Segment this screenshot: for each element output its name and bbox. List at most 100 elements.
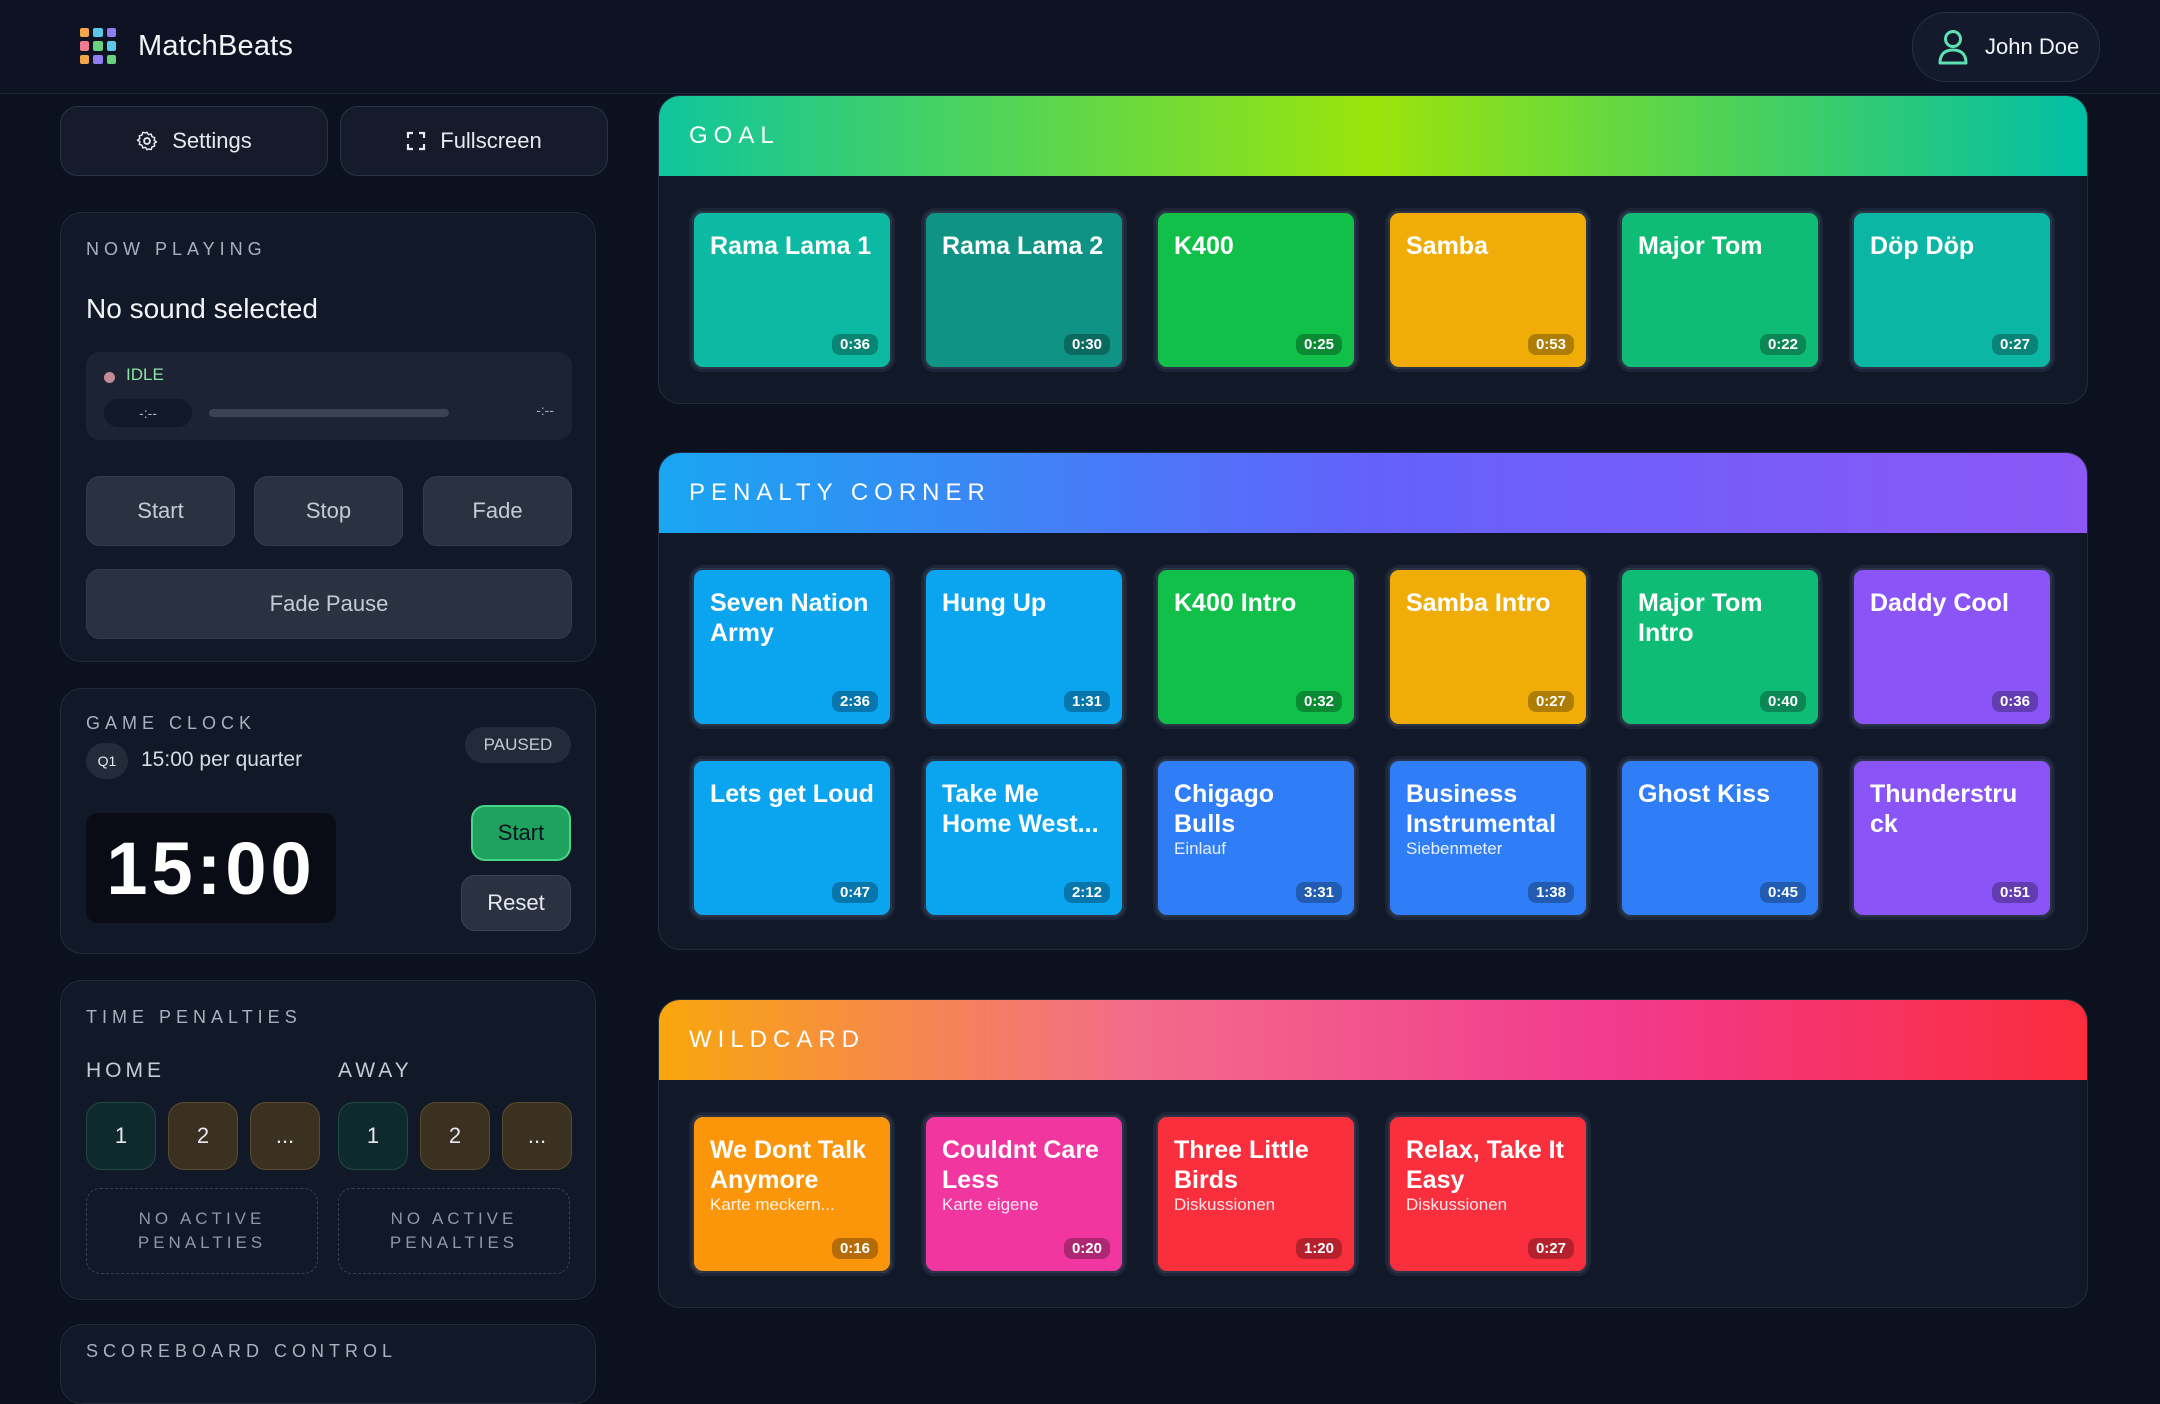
user-menu-button[interactable]: John Doe [1912, 12, 2100, 82]
app-grid-icon [80, 28, 116, 64]
tile-duration: 0:53 [1527, 334, 1574, 355]
sound-tile[interactable]: Business Instrumental Siebenmeter 1:38 [1385, 756, 1591, 920]
tile-duration: 0:16 [831, 1238, 878, 1259]
brand[interactable]: MatchBeats [80, 28, 293, 64]
settings-button[interactable]: Settings [60, 106, 328, 176]
tile-duration: 3:31 [1295, 882, 1342, 903]
category-header: GOAL [659, 96, 2087, 176]
user-name: John Doe [1985, 34, 2080, 59]
user-icon [1938, 30, 1968, 65]
tile-title: Lets get Loud [710, 780, 874, 808]
sound-tile[interactable]: Chigago Bulls Einlauf 3:31 [1153, 756, 1359, 920]
tile-title: Major Tom Intro [1638, 589, 1763, 647]
tile-duration: 0:51 [1991, 882, 2038, 903]
tile-title: We Dont Talk Anymore [710, 1136, 867, 1194]
sound-tile[interactable]: Lets get Loud 0:47 [689, 756, 895, 920]
tile-duration: 1:31 [1063, 691, 1110, 712]
away-penalty-2-button[interactable]: 2 [420, 1102, 490, 1170]
tile-duration: 0:40 [1759, 691, 1806, 712]
now-playing-heading: NOW PLAYING [86, 239, 267, 259]
sound-tile[interactable]: Ghost Kiss 0:45 [1617, 756, 1823, 920]
sound-tile[interactable]: Thunderstru ck 0:51 [1849, 756, 2055, 920]
tile-duration: 0:20 [1063, 1238, 1110, 1259]
time-penalties-panel: TIME PENALTIES HOME AWAY 1 2 ... 1 2 ...… [60, 980, 596, 1300]
now-playing-title: No sound selected [86, 293, 318, 324]
tile-title: Samba [1406, 232, 1488, 260]
sound-tile[interactable]: Major Tom 0:22 [1617, 208, 1823, 372]
away-penalty-more-button[interactable]: ... [502, 1102, 572, 1170]
fullscreen-label: Fullscreen [440, 128, 542, 153]
tile-title: Couldnt Care Less [942, 1136, 1099, 1194]
settings-label: Settings [172, 128, 252, 153]
sound-tile[interactable]: Relax, Take It Easy Diskussionen 0:27 [1385, 1112, 1591, 1276]
sound-tile[interactable]: We Dont Talk Anymore Karte meckern... 0:16 [689, 1112, 895, 1276]
tile-title: Hung Up [942, 589, 1047, 617]
clock-start-button[interactable]: Start [471, 805, 571, 861]
start-button[interactable]: Start [86, 476, 235, 546]
sound-tile[interactable]: Take Me Home West... 2:12 [921, 756, 1127, 920]
sound-tile[interactable]: Samba Intro 0:27 [1385, 565, 1591, 729]
sound-tile[interactable]: K400 0:25 [1153, 208, 1359, 372]
sound-tile[interactable]: Döp Döp 0:27 [1849, 208, 2055, 372]
stop-button[interactable]: Stop [254, 476, 403, 546]
sound-tile[interactable]: Samba 0:53 [1385, 208, 1591, 372]
tile-title: Seven Nation Army [710, 589, 869, 647]
home-no-penalties: NO ACTIVE PENALTIES [86, 1188, 318, 1274]
clock-display: 15:00 [86, 813, 336, 923]
tile-title: Daddy Cool [1870, 589, 2009, 617]
tile-title: Samba Intro [1406, 589, 1551, 617]
away-no-penalties: NO ACTIVE PENALTIES [338, 1188, 570, 1274]
away-penalty-1-button[interactable]: 1 [338, 1102, 408, 1170]
app-title: MatchBeats [138, 29, 294, 62]
tile-duration: 0:22 [1759, 334, 1806, 355]
tile-duration: 1:38 [1527, 882, 1574, 903]
home-penalty-1-button[interactable]: 1 [86, 1102, 156, 1170]
time-penalties-heading: TIME PENALTIES [86, 1007, 302, 1027]
sound-tile[interactable]: Rama Lama 2 0:30 [921, 208, 1127, 372]
now-playing-panel: NOW PLAYING No sound selected IDLE -:-- … [60, 212, 596, 662]
tile-duration: 2:12 [1063, 882, 1110, 903]
tile-title: Relax, Take It Easy [1406, 1136, 1564, 1194]
tile-duration: 0:27 [1991, 334, 2038, 355]
fade-pause-button[interactable]: Fade Pause [86, 569, 572, 639]
sound-tile[interactable]: Major Tom Intro 0:40 [1617, 565, 1823, 729]
tile-duration: 0:27 [1527, 691, 1574, 712]
tile-duration: 0:25 [1295, 334, 1342, 355]
tile-title: Ghost Kiss [1638, 780, 1770, 808]
sound-tile[interactable]: K400 Intro 0:32 [1153, 565, 1359, 729]
category-wildcard: WILDCARD We Dont Talk Anymore Karte mecke… [658, 999, 2088, 1308]
home-penalty-more-button[interactable]: ... [250, 1102, 320, 1170]
sound-tile[interactable]: Couldnt Care Less Karte eigene 0:20 [921, 1112, 1127, 1276]
progress-bar[interactable] [209, 409, 449, 417]
sound-tile[interactable]: Seven Nation Army 2:36 [689, 565, 895, 729]
tile-duration: 0:30 [1063, 334, 1110, 355]
tile-duration: 0:45 [1759, 882, 1806, 903]
home-penalty-2-button[interactable]: 2 [168, 1102, 238, 1170]
sound-tile[interactable]: Rama Lama 1 0:36 [689, 208, 895, 372]
away-label: AWAY [338, 1059, 413, 1082]
status-text: IDLE [126, 365, 164, 384]
clock-reset-button[interactable]: Reset [461, 875, 571, 931]
tile-subtitle: Karte eigene [942, 1195, 1039, 1214]
category-penalty-corner: PENALTY CORNER Seven Nation Army 2:36 Hung… [658, 452, 2088, 950]
sound-tile[interactable]: Three Little Birds Diskussionen 1:20 [1153, 1112, 1359, 1276]
elapsed-time: -:-- [104, 399, 192, 427]
tile-subtitle: Karte meckern... [710, 1195, 835, 1214]
fullscreen-button[interactable]: Fullscreen [340, 106, 608, 176]
category-header: WILDCARD [659, 1000, 2087, 1080]
fade-button[interactable]: Fade [423, 476, 572, 546]
remaining-time: -:-- [536, 402, 554, 418]
category-goal: GOAL Rama Lama 1 0:36 Rama Lama 2 0:30 K400 0… [658, 95, 2088, 404]
category-header: PENALTY CORNER [659, 453, 2087, 533]
tile-title: K400 [1174, 232, 1234, 260]
sound-tile[interactable]: Daddy Cool 0:36 [1849, 565, 2055, 729]
quarter-badge: Q1 [86, 743, 128, 779]
scoreboard-panel: SCOREBOARD CONTROL [60, 1324, 596, 1404]
tile-duration: 0:47 [831, 882, 878, 903]
game-clock-heading: GAME CLOCK [86, 713, 257, 733]
sound-tile[interactable]: Hung Up 1:31 [921, 565, 1127, 729]
gear-icon [136, 131, 158, 151]
clock-state-badge: PAUSED [465, 727, 571, 763]
tile-duration: 0:36 [1991, 691, 2038, 712]
status-dot [104, 372, 115, 383]
